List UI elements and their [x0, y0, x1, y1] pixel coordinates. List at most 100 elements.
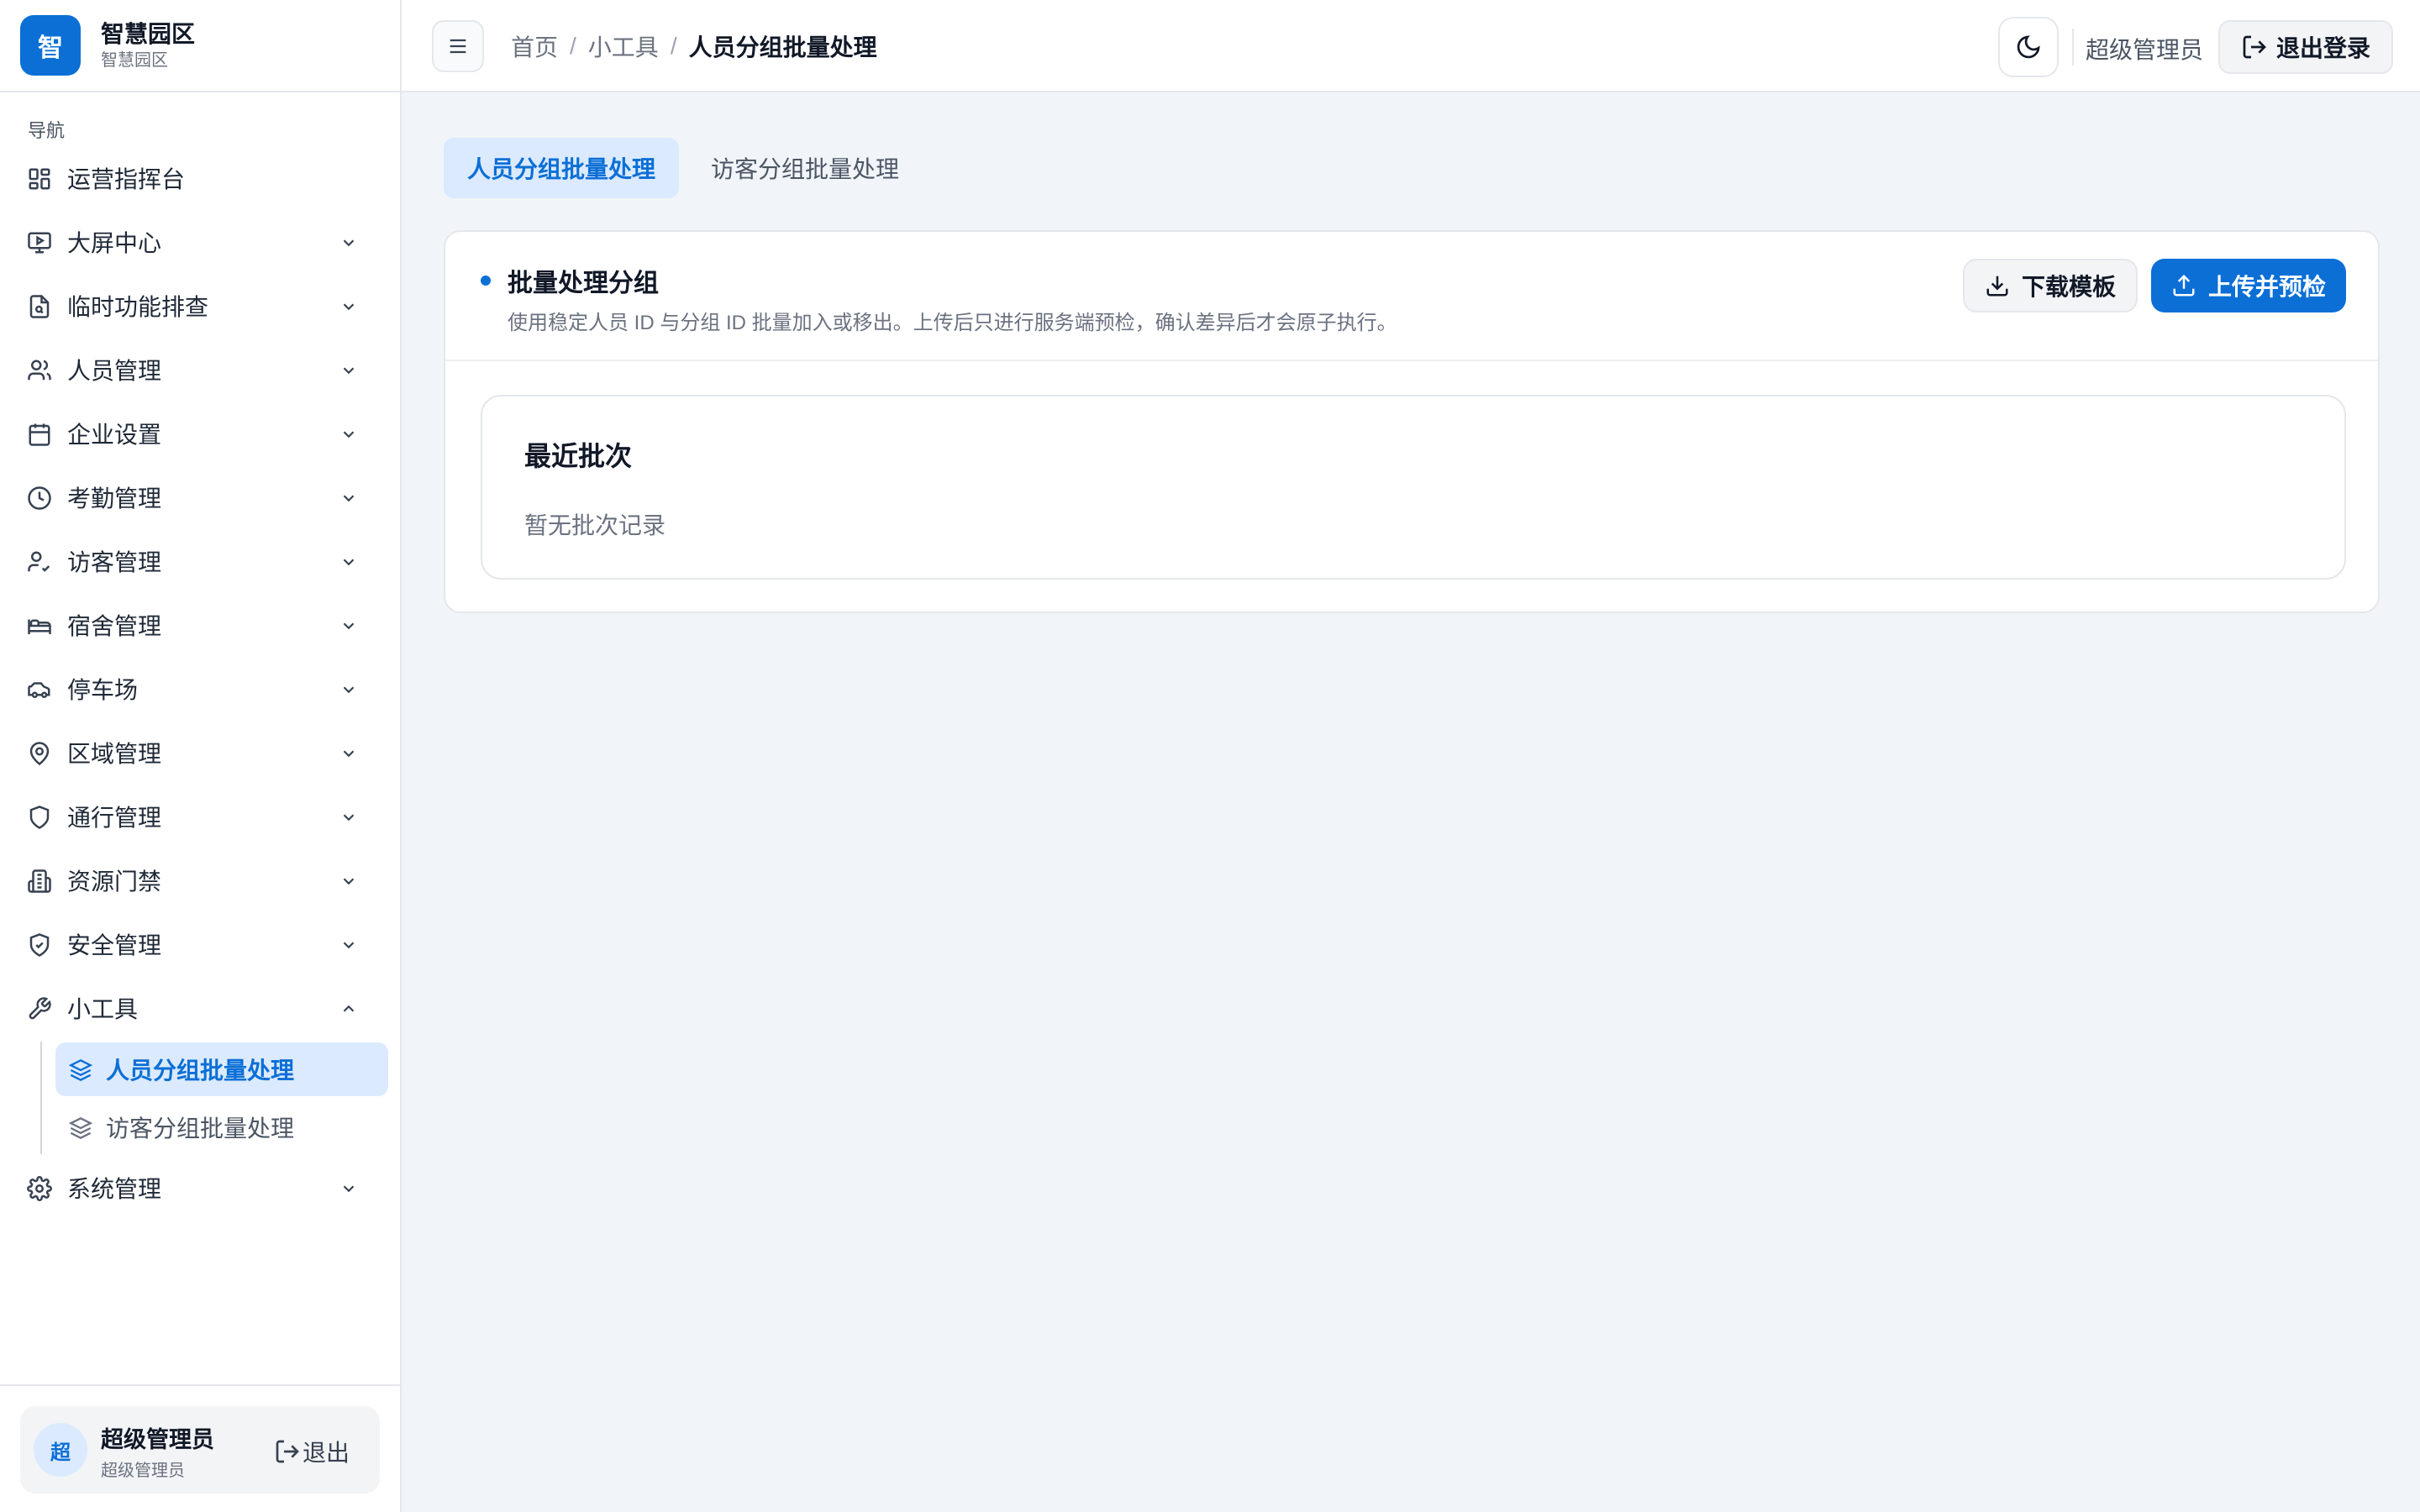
chevron-down-icon [339, 489, 358, 507]
menu-toggle-button[interactable] [432, 20, 484, 72]
chevron-down-icon [339, 297, 358, 316]
user-card: 超 超级管理员 超级管理员 退出 [20, 1406, 380, 1494]
sidebar-logout-button[interactable]: 退出 [274, 1435, 350, 1468]
title-dot [481, 276, 491, 286]
upload-precheck-button[interactable]: 上传并预检 [2151, 259, 2346, 312]
sidebar-item-dormitory[interactable]: 宿舍管理 [13, 598, 387, 652]
dashboard-grid-icon [27, 166, 52, 192]
download-template-label: 下载模板 [2021, 274, 2116, 300]
shield-check-icon [27, 932, 52, 958]
sidebar-item-label: 区域管理 [67, 741, 162, 767]
sidebar-item-enterprise[interactable]: 企业设置 [13, 407, 387, 460]
user-role: 超级管理员 [101, 1462, 185, 1480]
avatar: 超 [34, 1423, 87, 1477]
chevron-down-icon [339, 425, 358, 444]
chevron-down-icon [339, 744, 358, 763]
sidebar-item-visitor[interactable]: 访客管理 [13, 534, 387, 588]
sidebar-subitem-label: 访客分组批量处理 [106, 1116, 295, 1142]
tab-personnel-group-batch[interactable]: 人员分组批量处理 [444, 138, 680, 198]
sidebar-item-label: 运营指挥台 [67, 166, 186, 192]
sidebar-item-label: 访客管理 [67, 549, 162, 575]
sidebar-item-dashboard[interactable]: 运营指挥台 [13, 151, 387, 205]
chevron-down-icon [339, 361, 358, 380]
submenu-guide-line [40, 1042, 42, 1154]
chevron-down-icon [339, 553, 358, 571]
bed-icon [27, 613, 52, 638]
sidebar-item-temp-check[interactable]: 临时功能排查 [13, 279, 387, 333]
sidebar-item-label: 小工具 [67, 996, 139, 1022]
download-template-button[interactable]: 下载模板 [1963, 259, 2138, 312]
chevron-down-icon [339, 234, 358, 252]
brand[interactable]: 智 智慧园区 智慧园区 [0, 0, 400, 92]
chevron-down-icon [339, 936, 358, 954]
breadcrumb-separator: / [670, 33, 677, 59]
header-user-name: 超级管理员 [2086, 37, 2204, 63]
logout-label: 退出登录 [2275, 35, 2370, 61]
building-icon [27, 869, 52, 894]
monitor-icon [27, 230, 52, 255]
panel-description: 使用稳定人员 ID 与分组 ID 批量加入或移出。上传后只进行服务端预检，确认差… [508, 312, 1397, 334]
sidebar-item-label: 资源门禁 [67, 869, 162, 895]
breadcrumb-current: 人员分组批量处理 [688, 34, 877, 60]
map-pin-icon [27, 741, 52, 766]
recent-batches-empty: 暂无批次记录 [524, 512, 666, 538]
sidebar-item-personnel[interactable]: 人员管理 [13, 343, 387, 396]
sidebar-subitem-visitor-group-batch[interactable]: 访客分组批量处理 [55, 1100, 388, 1154]
breadcrumb-tools[interactable]: 小工具 [588, 29, 659, 63]
header-divider [2072, 29, 2074, 66]
sidebar-item-attendance[interactable]: 考勤管理 [13, 470, 387, 524]
sidebar-item-label: 临时功能排查 [67, 294, 209, 320]
moon-icon [2015, 34, 2042, 60]
sidebar-item-system[interactable]: 系统管理 [13, 1161, 387, 1215]
sidebar-footer: 超 超级管理员 超级管理员 退出 [0, 1384, 400, 1512]
sidebar-item-screen-center[interactable]: 大屏中心 [13, 215, 387, 269]
shield-icon [27, 805, 52, 830]
panel-title: 批量处理分组 [508, 270, 659, 297]
user-check-icon [27, 549, 52, 575]
tab-visitor-group-batch[interactable]: 访客分组批量处理 [687, 138, 923, 198]
chevron-down-icon [339, 872, 358, 890]
upload-precheck-label: 上传并预检 [2207, 274, 2326, 300]
panel-header: 批量处理分组 使用稳定人员 ID 与分组 ID 批量加入或移出。上传后只进行服务… [445, 232, 2378, 361]
sidebar-item-access[interactable]: 通行管理 [13, 790, 387, 843]
batch-panel: 批量处理分组 使用稳定人员 ID 与分组 ID 批量加入或移出。上传后只进行服务… [444, 230, 2380, 613]
menu-icon [446, 34, 470, 58]
sidebar-item-label: 考勤管理 [67, 486, 162, 512]
breadcrumb: 首页 / 小工具 / 人员分组批量处理 [511, 0, 877, 92]
sidebar-item-label: 通行管理 [67, 805, 162, 831]
sidebar-subitem-personnel-group-batch[interactable]: 人员分组批量处理 [55, 1042, 388, 1096]
calendar-icon [27, 422, 52, 447]
sidebar-item-parking[interactable]: 停车场 [13, 662, 387, 716]
sidebar-item-label: 安全管理 [67, 932, 162, 958]
breadcrumb-separator: / [570, 33, 576, 59]
brand-logo: 智 [20, 15, 81, 76]
chevron-down-icon [339, 1179, 358, 1198]
breadcrumb-home[interactable]: 首页 [511, 29, 558, 63]
sidebar-subitem-label: 人员分组批量处理 [106, 1058, 295, 1084]
sidebar-item-area[interactable]: 区域管理 [13, 726, 387, 780]
download-icon [1985, 273, 2022, 298]
sidebar-logout-label: 退出 [302, 1440, 350, 1466]
car-icon [27, 677, 52, 702]
sidebar-item-tools[interactable]: 小工具 [13, 981, 387, 1035]
gear-icon [27, 1176, 52, 1201]
sidebar-item-security[interactable]: 安全管理 [13, 917, 387, 971]
sidebar: 智 智慧园区 智慧园区 导航 运营指挥台 大屏中心 临时功能排查 人员管理 企业… [0, 0, 402, 1512]
user-name: 超级管理员 [101, 1427, 214, 1452]
chevron-down-icon [339, 808, 358, 827]
sidebar-item-label: 大屏中心 [67, 230, 162, 256]
logout-icon [274, 1438, 302, 1465]
sidebar-item-resource-gate[interactable]: 资源门禁 [13, 853, 387, 907]
sidebar-item-label: 停车场 [67, 677, 139, 703]
recent-batches-title: 最近批次 [524, 441, 633, 471]
users-icon [27, 358, 52, 383]
brand-title: 智慧园区 [101, 21, 196, 47]
top-header: 首页 / 小工具 / 人员分组批量处理 超级管理员 退出登录 [402, 0, 2420, 92]
upload-icon [2171, 273, 2208, 298]
logout-button[interactable]: 退出登录 [2218, 20, 2393, 74]
chevron-up-icon [339, 1000, 358, 1018]
wrench-icon [27, 996, 52, 1021]
theme-toggle-button[interactable] [1998, 17, 2059, 77]
logout-icon [2241, 34, 2276, 60]
chevron-down-icon [339, 617, 358, 635]
